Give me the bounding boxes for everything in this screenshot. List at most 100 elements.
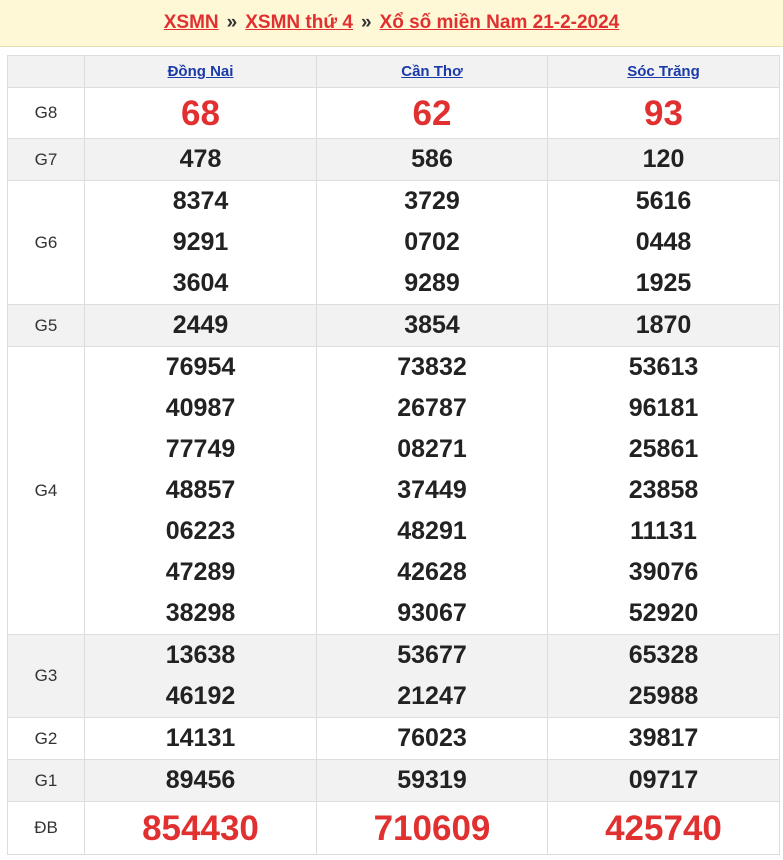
prize-cell: 93 — [547, 87, 780, 139]
prize-cell: 09717 — [547, 759, 780, 802]
prize-cell: 120 — [547, 138, 780, 181]
prize-number: 59319 — [397, 766, 467, 794]
prize-cell: 425740 — [547, 801, 780, 855]
prize-cell: 586 — [316, 138, 548, 181]
prize-number: 39076 — [628, 558, 699, 586]
prize-number: 89456 — [165, 766, 236, 794]
prize-number: 96181 — [628, 394, 699, 422]
prize-number: 38298 — [165, 599, 236, 627]
prize-number: 3854 — [404, 311, 460, 339]
prize-number: 62 — [412, 93, 452, 133]
prize-label: G6 — [7, 180, 85, 305]
prize-number: 120 — [642, 145, 685, 173]
prize-number: 23858 — [628, 476, 699, 504]
prize-cell: 62 — [316, 87, 548, 139]
province-link-dong-nai[interactable]: Đồng Nai — [168, 63, 234, 80]
corner-cell — [7, 55, 85, 88]
prize-number: 09717 — [628, 766, 699, 794]
prize-cell: 68 — [84, 87, 317, 139]
prize-number: 13638 — [165, 641, 236, 669]
prize-label: G1 — [7, 759, 85, 802]
prize-number: 9289 — [404, 269, 460, 297]
prize-row-4: G4 76954 40987 77749 48857 06223 47289 38298 738… — [7, 346, 780, 635]
results-table: Đồng Nai Cần Thơ Sóc Trăng G8 68 62 93 G7 478… — [7, 55, 780, 855]
province-header: Cần Thơ — [316, 55, 548, 88]
prize-number: 08271 — [397, 435, 467, 463]
prize-number: 3729 — [404, 187, 460, 215]
prize-number: 76954 — [165, 353, 236, 381]
prize-number: 37449 — [397, 476, 467, 504]
prize-number: 39817 — [628, 724, 699, 752]
prize-number: 25861 — [628, 435, 699, 463]
prize-row-6: G2 14131 76023 39817 — [7, 717, 780, 760]
prize-number: 11131 — [630, 517, 697, 545]
prize-cell: 710609 — [316, 801, 548, 855]
province-header: Đồng Nai — [84, 55, 317, 88]
prize-number: 14131 — [165, 724, 236, 752]
prize-cell: 39817 — [547, 717, 780, 760]
prize-cell: 14131 — [84, 717, 317, 760]
breadcrumb-separator: » — [360, 12, 372, 33]
prize-number: 47289 — [165, 558, 236, 586]
prize-cell: 8374 9291 3604 — [84, 180, 317, 305]
prize-cell: 2449 — [84, 304, 317, 347]
province-link-soc-trang[interactable]: Sóc Trăng — [627, 63, 700, 80]
province-link-can-tho[interactable]: Cần Thơ — [401, 63, 463, 80]
prize-label: G8 — [7, 87, 85, 139]
prize-number: 8374 — [172, 187, 229, 215]
breadcrumb-link-xsmn[interactable]: XSMN — [164, 12, 219, 34]
prize-number: 73832 — [397, 353, 467, 381]
prize-number: 48291 — [397, 517, 467, 545]
prize-row-0: G8 68 62 93 — [7, 87, 780, 139]
prize-number: 46192 — [165, 682, 236, 710]
prize-label: G3 — [7, 634, 85, 718]
prize-cell: 73832 26787 08271 37449 48291 42628 93067 — [316, 346, 548, 635]
prize-cell: 478 — [84, 138, 317, 181]
prize-row-7: G1 89456 59319 09717 — [7, 759, 780, 802]
prize-cell: 854430 — [84, 801, 317, 855]
breadcrumb-link-day[interactable]: XSMN thứ 4 — [245, 12, 353, 34]
prize-number: 0448 — [635, 228, 692, 256]
prize-number: 93067 — [397, 599, 467, 627]
prize-number: 2449 — [172, 311, 229, 339]
prize-number: 53613 — [628, 353, 699, 381]
prize-number: 26787 — [397, 394, 467, 422]
prize-row-3: G5 2449 3854 1870 — [7, 304, 780, 347]
prize-label: G5 — [7, 304, 85, 347]
prize-number: 52920 — [628, 599, 699, 627]
prize-number: 3604 — [172, 269, 229, 297]
prize-number: 854430 — [142, 808, 259, 848]
prize-number: 710609 — [373, 808, 491, 848]
prize-number: 0702 — [404, 228, 460, 256]
prize-number: 425740 — [605, 808, 722, 848]
prize-label: G2 — [7, 717, 85, 760]
prize-number: 76023 — [397, 724, 467, 752]
prize-number: 77749 — [165, 435, 236, 463]
prize-cell: 3854 — [316, 304, 548, 347]
prize-label: G7 — [7, 138, 85, 181]
prize-number: 40987 — [165, 394, 236, 422]
prize-cell: 3729 0702 9289 — [316, 180, 548, 305]
prize-cell: 5616 0448 1925 — [547, 180, 780, 305]
prize-label: G4 — [7, 346, 85, 635]
prize-number: 5616 — [635, 187, 692, 215]
prize-cell: 1870 — [547, 304, 780, 347]
prize-rows: G8 68 62 93 G7 478 586 120 G6 8374 9291 3604 3729 070… — [7, 87, 780, 855]
prize-cell: 13638 46192 — [84, 634, 317, 718]
prize-number: 65328 — [628, 641, 699, 669]
prize-number: 586 — [411, 145, 453, 173]
prize-row-1: G7 478 586 120 — [7, 138, 780, 181]
prize-number: 9291 — [172, 228, 229, 256]
prize-cell: 53613 96181 25861 23858 11131 39076 52920 — [547, 346, 780, 635]
prize-cell: 53677 21247 — [316, 634, 548, 718]
prize-number: 42628 — [397, 558, 467, 586]
breadcrumb-link-current[interactable]: Xổ số miền Nam 21-2-2024 — [380, 12, 620, 34]
prize-number: 25988 — [628, 682, 699, 710]
prize-number: 21247 — [397, 682, 467, 710]
prize-label: ĐB — [7, 801, 85, 855]
breadcrumb-separator: » — [226, 12, 238, 33]
prize-row-2: G6 8374 9291 3604 3729 0702 9289 5616 0448 1925 — [7, 180, 780, 305]
prize-number: 478 — [179, 145, 222, 173]
prize-number: 1925 — [635, 269, 692, 297]
breadcrumb: XSMN » XSMN thứ 4 » Xổ số miền Nam 21-2-… — [0, 0, 783, 47]
